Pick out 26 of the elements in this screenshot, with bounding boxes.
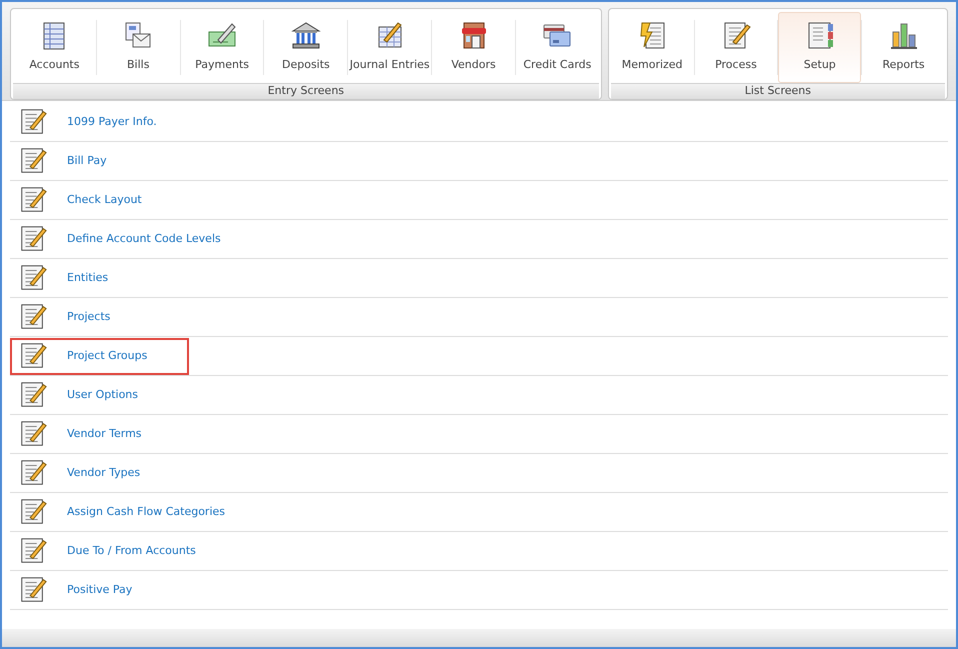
toolbar-button[interactable]: Memorized: [610, 12, 694, 83]
group-label: List Screens: [610, 83, 945, 99]
setup-link[interactable]: Check Layout: [67, 192, 142, 208]
setup-link[interactable]: Positive Pay: [67, 582, 132, 598]
toolbar-button[interactable]: Process: [694, 12, 778, 83]
toolbar-button[interactable]: Reports: [862, 12, 945, 83]
toolbar-button[interactable]: Bills: [96, 12, 180, 83]
setup-link[interactable]: Project Groups: [67, 348, 148, 364]
setup-link[interactable]: Vendor Types: [67, 464, 140, 482]
setup-link[interactable]: Assign Cash Flow Categories: [67, 504, 226, 520]
toolbar-button[interactable]: Payments: [180, 12, 264, 83]
setup-link[interactable]: User Options: [67, 386, 138, 404]
toolbar-button[interactable]: Vendors: [432, 12, 515, 83]
setup-link[interactable]: 1099 Payer Info.: [67, 114, 157, 130]
setup-link[interactable]: Projects: [67, 308, 110, 326]
setup-link[interactable]: Define Account Code Levels: [67, 230, 221, 248]
toolbar-button[interactable]: Accounts: [13, 12, 96, 83]
toolbar-button[interactable]: Setup: [778, 12, 862, 83]
toolbar-button[interactable]: Journal Entries: [348, 12, 432, 83]
setup-link[interactable]: Vendor Terms: [67, 426, 142, 442]
setup-link[interactable]: Due To / From Accounts: [67, 542, 196, 560]
group-label: Entry Screens: [13, 83, 599, 99]
toolbar-button[interactable]: Deposits: [264, 12, 348, 83]
setup-link[interactable]: Entities: [67, 270, 108, 286]
setup-link[interactable]: Bill Pay: [67, 152, 107, 170]
toolbar-button[interactable]: Credit Cards: [516, 12, 599, 83]
